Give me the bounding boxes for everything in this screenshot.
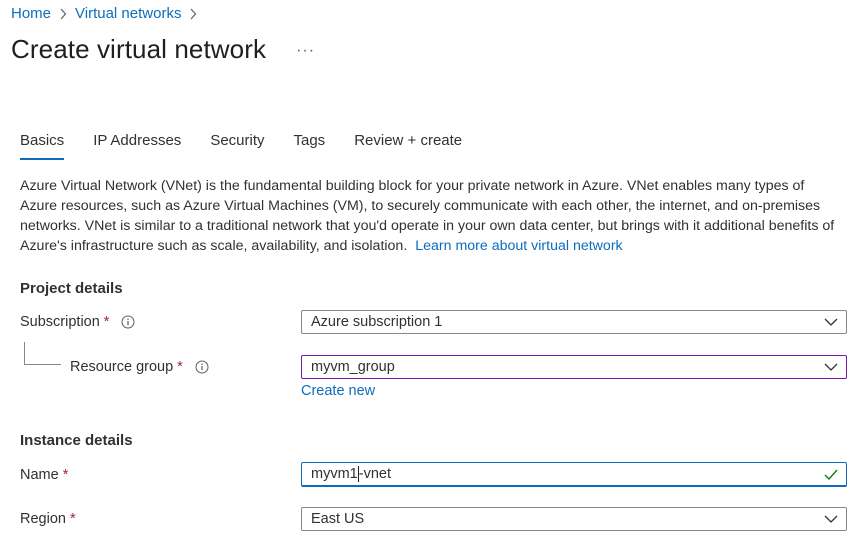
resource-group-label: Resource group	[70, 359, 174, 375]
name-label-row: Name *	[20, 467, 68, 483]
subscription-label-row: Subscription *	[20, 314, 135, 330]
wizard-tabs: Basics IP Addresses Security Tags Review…	[20, 132, 491, 160]
instance-details-heading: Instance details	[20, 432, 133, 449]
resource-group-select[interactable]: myvm_group	[301, 355, 847, 379]
create-new-resource-group-link[interactable]: Create new	[301, 383, 375, 399]
resource-group-value: myvm_group	[311, 359, 395, 375]
breadcrumb: Home Virtual networks	[11, 5, 205, 22]
breadcrumb-virtual-networks[interactable]: Virtual networks	[75, 5, 181, 22]
description: Azure Virtual Network (VNet) is the fund…	[20, 176, 840, 256]
chevron-down-icon	[816, 363, 846, 371]
tab-ip-addresses[interactable]: IP Addresses	[93, 132, 181, 157]
subscription-value: Azure subscription 1	[311, 314, 443, 330]
required-mark: *	[69, 511, 76, 527]
page-title: Create virtual network	[11, 34, 267, 64]
chevron-down-icon	[816, 515, 846, 523]
title-row: Create virtual network ···	[11, 34, 315, 65]
chevron-right-icon	[59, 8, 67, 20]
info-icon[interactable]	[195, 360, 209, 374]
tree-connector	[24, 342, 61, 365]
region-label-row: Region *	[20, 511, 76, 527]
vnet-name-value-after-caret: -vnet	[358, 465, 391, 482]
tab-review-create[interactable]: Review + create	[354, 132, 462, 157]
tab-tags[interactable]: Tags	[294, 132, 326, 157]
learn-more-link[interactable]: Learn more about virtual network	[415, 238, 622, 254]
subscription-select[interactable]: Azure subscription 1	[301, 310, 847, 334]
vnet-name-value-before-caret: myvm1	[311, 465, 358, 482]
breadcrumb-home[interactable]: Home	[11, 5, 51, 22]
vnet-name-input[interactable]: myvm1-vnet	[301, 462, 847, 487]
required-mark: *	[177, 359, 183, 375]
required-mark: *	[103, 314, 110, 330]
name-label: Name	[20, 467, 59, 483]
chevron-right-icon	[189, 8, 197, 20]
chevron-down-icon	[816, 318, 846, 326]
resource-group-label-row: Resource group *	[70, 359, 209, 375]
region-select[interactable]: East US	[301, 507, 847, 531]
subscription-label: Subscription	[20, 314, 100, 330]
region-label: Region	[20, 511, 66, 527]
checkmark-icon	[816, 469, 846, 480]
required-mark: *	[62, 467, 69, 483]
region-value: East US	[311, 511, 365, 527]
project-details-heading: Project details	[20, 280, 123, 297]
vnet-name-value: myvm1-vnet	[311, 465, 816, 483]
create-vnet-page: Home Virtual networks Create virtual net…	[0, 0, 868, 560]
tab-basics[interactable]: Basics	[20, 132, 65, 160]
info-icon[interactable]	[121, 315, 135, 329]
tab-security[interactable]: Security	[210, 132, 264, 157]
more-actions-button[interactable]: ···	[296, 40, 315, 60]
